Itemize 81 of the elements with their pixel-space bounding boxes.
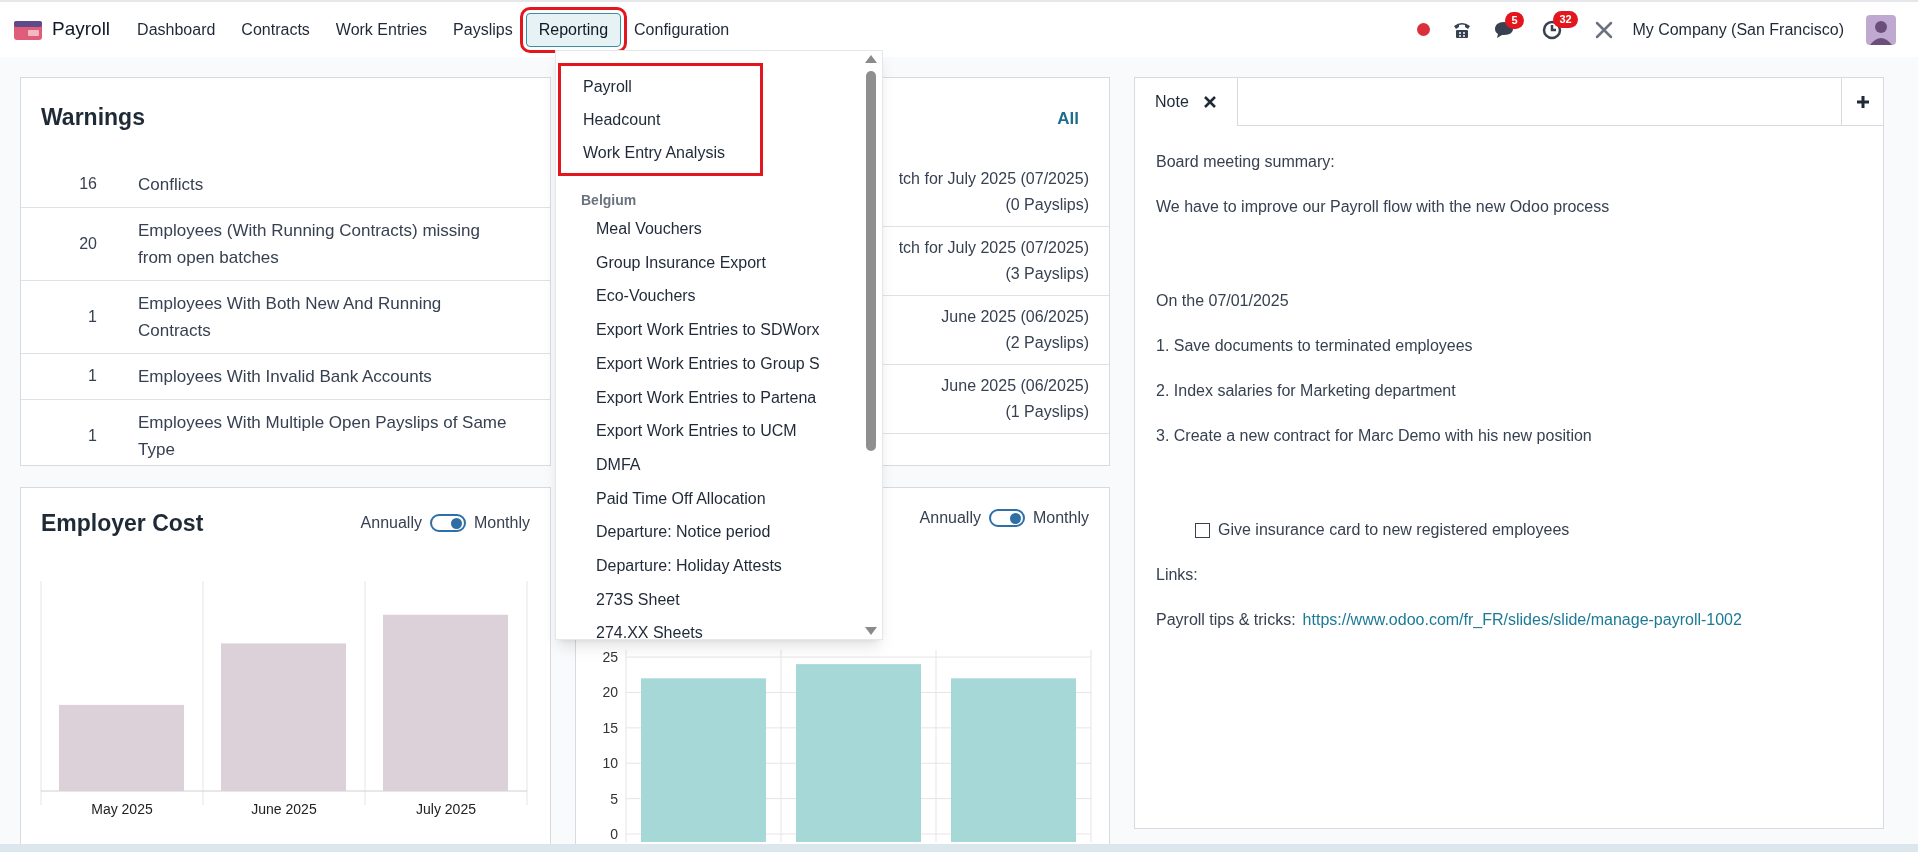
close-icon[interactable]	[1202, 95, 1217, 109]
card-title: Warnings	[40, 103, 146, 132]
warning-count[interactable]: 1	[21, 304, 101, 329]
menu-entry[interactable]: Export Work Entries to Partena	[556, 380, 858, 415]
menu-entry[interactable]: Paid Time Off Allocation	[556, 481, 858, 516]
note-text: 3. Create a new contract for Marc Demo with his new position	[1156, 426, 1593, 446]
warning-label[interactable]: Employees With Both New And Running Contracts	[101, 289, 550, 344]
payslip-count: (3 Payslips)	[1005, 263, 1089, 284]
menu-entry[interactable]: Payroll	[561, 70, 760, 103]
scroll-up-arrow-icon	[865, 55, 877, 63]
warning-label[interactable]: Employees (With Running Contracts) missing from open batches	[101, 216, 550, 271]
menu-entry[interactable]: Eco-Vouchers	[556, 279, 858, 314]
warning-label[interactable]: Employees With Invalid Bank Accounts	[101, 362, 472, 390]
axis-tick-label: 15	[602, 719, 618, 736]
menu-entry[interactable]: Meal Vouchers	[556, 212, 858, 246]
note-text: 2. Index salaries for Marketing department	[1156, 381, 1457, 401]
menu-section-header: Belgium	[580, 191, 638, 210]
menu-entry[interactable]: Headcount	[561, 103, 760, 136]
menu-item[interactable]: Work Entries	[322, 12, 441, 47]
company-switcher[interactable]: My Company (San Francisco)	[1632, 17, 1844, 42]
toggle-label: Annually	[919, 508, 981, 528]
scrollbar-thumb[interactable]	[866, 71, 876, 451]
menu-entry[interactable]: Departure: Notice period	[556, 515, 858, 550]
menu-item[interactable]: Dashboard	[124, 12, 229, 47]
menu-item[interactable]: Contracts	[228, 12, 323, 47]
menu-entry[interactable]: Group Insurance Export	[556, 245, 858, 280]
app-logo-icon[interactable]	[14, 18, 42, 41]
activity-count-badge: 32	[1553, 10, 1578, 28]
note-text: Payroll tips & tricks:	[1156, 610, 1296, 630]
warning-label[interactable]: Employees With Multiple Open Payslips of Same Type	[101, 408, 550, 463]
axis-tick-label: 20	[602, 684, 618, 701]
axis-tick-label: 5	[610, 790, 618, 807]
avatar-icon[interactable]	[1866, 14, 1896, 45]
note-text: Links:	[1156, 565, 1199, 585]
note-tab[interactable]: Note	[1155, 90, 1189, 114]
all-link[interactable]: All	[1057, 106, 1079, 132]
toggle-label: Annually	[360, 513, 422, 534]
axis-label: May 2025	[90, 799, 154, 819]
axis-tick-label: 10	[602, 755, 618, 772]
checkbox[interactable]	[1195, 522, 1210, 538]
payslip-count: (1 Payslips)	[1005, 401, 1089, 422]
app-name[interactable]: Payroll	[52, 15, 111, 44]
note-text: 1. Save documents to terminated employees	[1156, 336, 1474, 356]
menu-entry[interactable]: Export Work Entries to Group S	[556, 346, 858, 381]
toggle-label: Monthly	[473, 513, 530, 534]
payslip-count: (0 Payslips)	[1005, 194, 1089, 215]
batch-name[interactable]: June 2025 (06/2025)	[941, 303, 1089, 330]
batch-name[interactable]: June 2025 (06/2025)	[941, 372, 1089, 399]
menu-entry[interactable]: DMFA	[556, 447, 858, 482]
menu-entry[interactable]: Export Work Entries to SDWorx	[556, 313, 858, 347]
menu-item[interactable]: Payslips	[440, 12, 526, 47]
card-title: Employer Cost	[41, 509, 204, 538]
menu-entry[interactable]: 274.XX Sheets	[556, 616, 858, 639]
axis-tick-label: 0	[610, 826, 618, 842]
period-switch[interactable]	[988, 509, 1025, 527]
warning-count[interactable]: 16	[21, 172, 101, 196]
menu-entry[interactable]: Export Work Entries to UCM	[556, 414, 858, 448]
axis-label: July 2025	[415, 799, 477, 819]
axis-tick-label: 25	[602, 649, 618, 666]
note-text: Board meeting summary:	[1156, 152, 1336, 172]
menu-entry[interactable]: Departure: Holiday Attests	[556, 549, 858, 583]
menu-entry[interactable]: Work Entry Analysis	[561, 136, 760, 169]
period-switch[interactable]	[429, 514, 466, 533]
warning-count[interactable]: 1	[21, 364, 101, 388]
checklist-text: Give insurance card to new registered employees	[1218, 520, 1570, 540]
batch-name[interactable]: tch for July 2025 (07/2025)	[898, 165, 1089, 192]
note-text: On the 07/01/2025	[1156, 291, 1290, 311]
url-link[interactable]: https://www.odoo.com/fr_FR/slides/slide/manage-payroll-1002	[1302, 607, 1742, 633]
warning-count[interactable]: 1	[21, 423, 101, 448]
axis-label: June 2025	[250, 799, 318, 819]
toggle-label: Monthly	[1032, 508, 1089, 528]
payslip-count: (2 Payslips)	[1005, 332, 1089, 353]
scroll-down-arrow-icon	[865, 627, 877, 635]
batch-name[interactable]: tch for July 2025 (07/2025)	[898, 234, 1089, 261]
menu-item[interactable]: Configuration	[621, 12, 743, 47]
message-count-badge: 5	[1505, 11, 1524, 29]
warning-count[interactable]: 20	[21, 231, 101, 256]
note-text: We have to improve our Payroll flow with the new Odoo process	[1156, 197, 1611, 217]
plus-icon	[1855, 94, 1870, 109]
warning-label[interactable]: Conflicts	[101, 170, 244, 198]
menu-entry[interactable]: 273S Sheet	[556, 582, 858, 617]
